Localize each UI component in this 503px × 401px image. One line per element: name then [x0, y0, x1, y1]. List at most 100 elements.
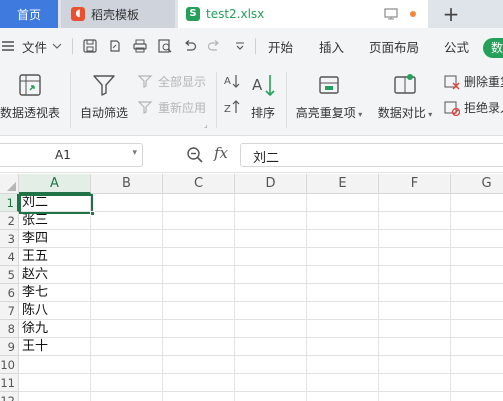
cell-g12[interactable]	[451, 392, 503, 401]
chevron-down-icon[interactable]	[52, 28, 62, 64]
cell-f5[interactable]	[379, 266, 451, 284]
cell-g1[interactable]	[451, 194, 503, 212]
export-icon[interactable]	[106, 28, 124, 64]
cell-b8[interactable]	[91, 320, 163, 338]
cell-a6[interactable]: 李七	[19, 284, 91, 302]
group-expand-icon[interactable]: ⌟	[204, 120, 208, 129]
cell-g7[interactable]	[451, 302, 503, 320]
cell-b3[interactable]	[91, 230, 163, 248]
cell-g10[interactable]	[451, 356, 503, 374]
cell-d3[interactable]	[235, 230, 307, 248]
cell-d7[interactable]	[235, 302, 307, 320]
row-header-12[interactable]: 12	[0, 392, 19, 401]
cell-e6[interactable]	[307, 284, 379, 302]
cell-c5[interactable]	[163, 266, 235, 284]
cell-d5[interactable]	[235, 266, 307, 284]
cell-f4[interactable]	[379, 248, 451, 266]
column-header-c[interactable]: C	[163, 174, 235, 194]
reject-duplicates-button[interactable]: 拒绝录入	[444, 99, 503, 116]
cell-g9[interactable]	[451, 338, 503, 356]
row-header-11[interactable]: 11	[0, 374, 19, 392]
cell-f6[interactable]	[379, 284, 451, 302]
cell-d12[interactable]	[235, 392, 307, 401]
cell-e10[interactable]	[307, 356, 379, 374]
cell-f8[interactable]	[379, 320, 451, 338]
cell-a11[interactable]	[19, 374, 91, 392]
cell-c10[interactable]	[163, 356, 235, 374]
row-header-5[interactable]: 5	[0, 266, 19, 284]
zoom-out-icon[interactable]	[186, 146, 204, 164]
cell-d9[interactable]	[235, 338, 307, 356]
cell-c4[interactable]	[163, 248, 235, 266]
row-header-2[interactable]: 2	[0, 212, 19, 230]
cell-c12[interactable]	[163, 392, 235, 401]
cell-f9[interactable]	[379, 338, 451, 356]
tab-template[interactable]: ◖ 稻壳模板	[61, 0, 175, 28]
cell-d11[interactable]	[235, 374, 307, 392]
cell-e5[interactable]	[307, 266, 379, 284]
cell-e7[interactable]	[307, 302, 379, 320]
remove-duplicates-button[interactable]: 删除重复	[444, 73, 503, 90]
cell-b12[interactable]	[91, 392, 163, 401]
sort-descending-button[interactable]: Z	[224, 99, 244, 115]
print-preview-icon[interactable]	[156, 28, 174, 64]
menu-insert[interactable]: 插入	[319, 28, 344, 64]
column-header-a[interactable]: A	[19, 174, 91, 194]
cell-f1[interactable]	[379, 194, 451, 212]
autofilter-button[interactable]: 自动筛选	[77, 72, 131, 121]
cell-c1[interactable]	[163, 194, 235, 212]
cell-f10[interactable]	[379, 356, 451, 374]
cell-a5[interactable]: 赵六	[19, 266, 91, 284]
cell-g8[interactable]	[451, 320, 503, 338]
menu-start[interactable]: 开始	[268, 28, 293, 64]
data-compare-button[interactable]: 数据对比 ▾	[375, 72, 435, 121]
column-header-e[interactable]: E	[307, 174, 379, 194]
cell-d2[interactable]	[235, 212, 307, 230]
cell-b7[interactable]	[91, 302, 163, 320]
spreadsheet-grid[interactable]: A B C D E F G 1 刘二 2 张三 3 李四 4 王五 5 赵六 6 李七 7 陈八 8 徐九 9 王十 10 11 12	[0, 174, 503, 401]
sort-ascending-button[interactable]: A	[224, 73, 244, 89]
cell-d4[interactable]	[235, 248, 307, 266]
cell-b1[interactable]	[91, 194, 163, 212]
cell-f12[interactable]	[379, 392, 451, 401]
menu-formula[interactable]: 公式	[444, 28, 469, 64]
cell-f11[interactable]	[379, 374, 451, 392]
cell-g6[interactable]	[451, 284, 503, 302]
quick-access-dropdown-icon[interactable]	[231, 28, 249, 64]
row-header-7[interactable]: 7	[0, 302, 19, 320]
cell-a10[interactable]	[19, 356, 91, 374]
cell-b10[interactable]	[91, 356, 163, 374]
cell-a12[interactable]	[19, 392, 91, 401]
cell-e3[interactable]	[307, 230, 379, 248]
highlight-duplicates-button[interactable]: 高亮重复项 ▾	[294, 72, 364, 121]
hamburger-menu-icon[interactable]	[2, 28, 16, 64]
cell-c7[interactable]	[163, 302, 235, 320]
cell-a3[interactable]: 李四	[19, 230, 91, 248]
fill-handle[interactable]	[90, 211, 95, 216]
cell-f3[interactable]	[379, 230, 451, 248]
sort-button[interactable]: A 排序	[249, 72, 277, 121]
file-menu[interactable]: 文件	[22, 28, 47, 64]
cell-c6[interactable]	[163, 284, 235, 302]
menu-data-active[interactable]: 数据	[483, 38, 503, 58]
cell-b2[interactable]	[91, 212, 163, 230]
cell-e11[interactable]	[307, 374, 379, 392]
cell-d1[interactable]	[235, 194, 307, 212]
cell-e9[interactable]	[307, 338, 379, 356]
column-header-d[interactable]: D	[235, 174, 307, 194]
reapply-button[interactable]: 重新应用	[138, 99, 206, 116]
cell-f2[interactable]	[379, 212, 451, 230]
cell-b4[interactable]	[91, 248, 163, 266]
cell-b11[interactable]	[91, 374, 163, 392]
cell-g11[interactable]	[451, 374, 503, 392]
show-all-button[interactable]: 全部显示	[138, 73, 206, 90]
cell-c2[interactable]	[163, 212, 235, 230]
cell-g3[interactable]	[451, 230, 503, 248]
cell-d8[interactable]	[235, 320, 307, 338]
cell-d6[interactable]	[235, 284, 307, 302]
cell-e1[interactable]	[307, 194, 379, 212]
cell-e4[interactable]	[307, 248, 379, 266]
row-header-1[interactable]: 1	[0, 194, 19, 212]
formula-input[interactable]: 刘二	[240, 143, 503, 167]
column-header-f[interactable]: F	[379, 174, 451, 194]
